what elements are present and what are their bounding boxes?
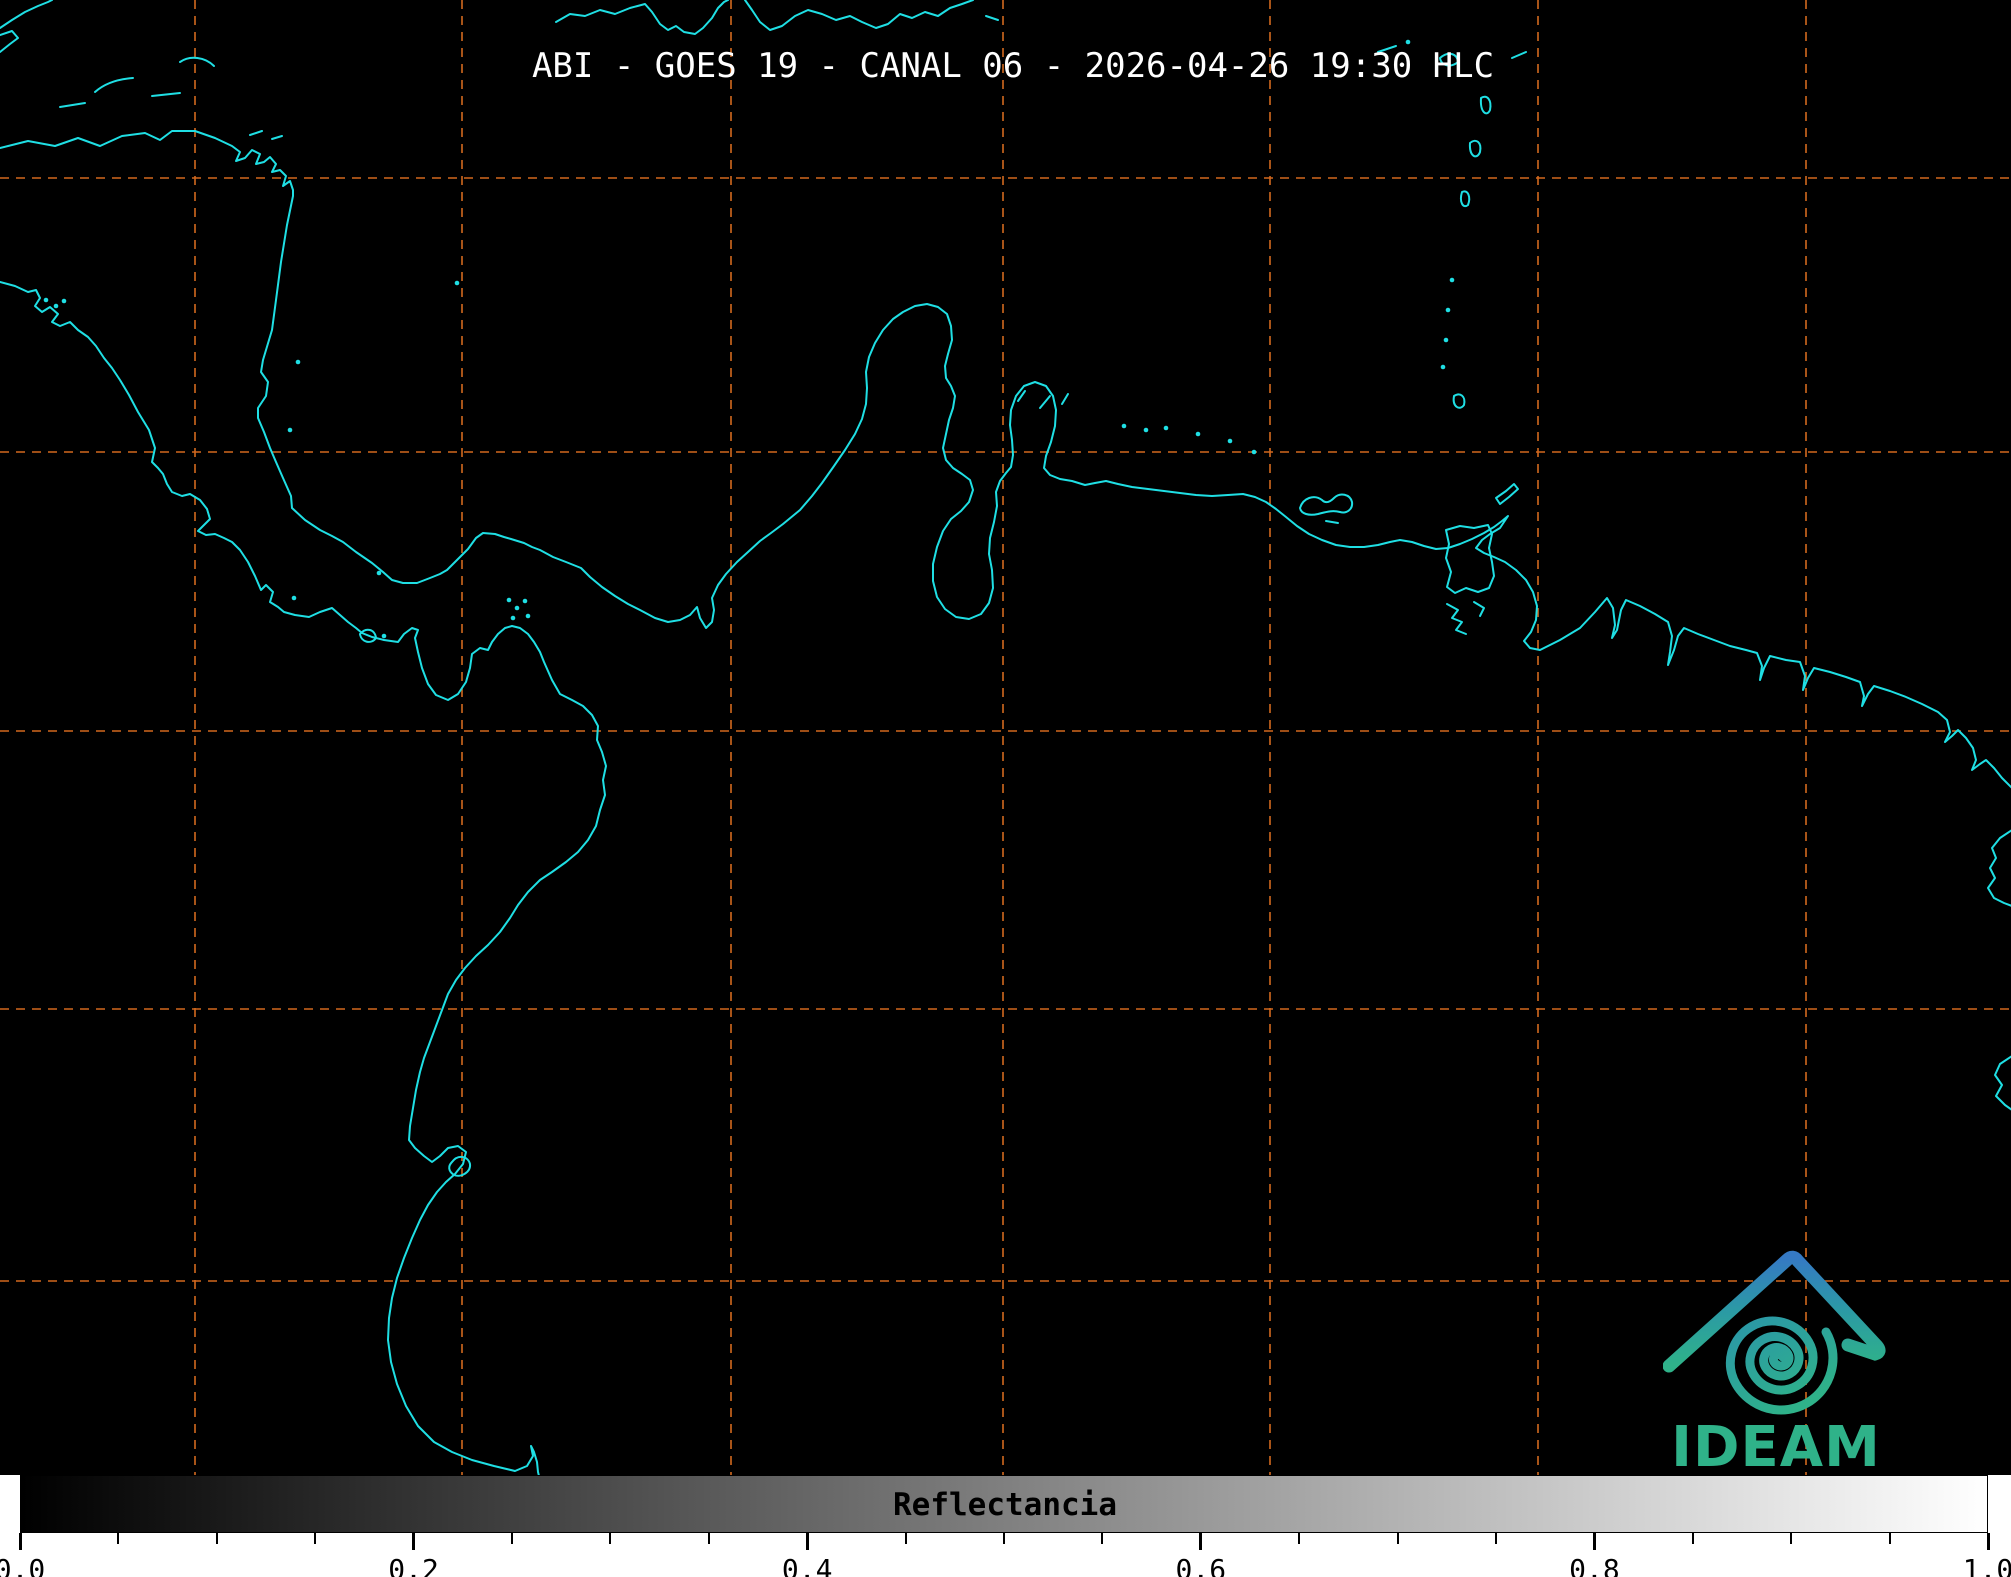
coastline-path: [1473, 601, 1485, 617]
coastline-path: [1325, 520, 1339, 524]
coastline-path: [1987, 829, 2011, 907]
colorbar-minor-tick: [1790, 1533, 1793, 1544]
islet-dot: [454, 280, 460, 286]
colorbar-major-tick: [805, 1533, 809, 1550]
coastline-path: [1479, 95, 1492, 115]
coastline-path: [94, 77, 134, 93]
islet-dot: [1405, 39, 1411, 45]
coastline-path: [1039, 395, 1051, 409]
colorbar-minor-tick: [904, 1533, 907, 1544]
islet-dot: [525, 613, 531, 619]
islet-dot: [1121, 423, 1127, 429]
logo-wordmark: IDEAM: [1671, 1415, 1881, 1475]
islet-dot: [510, 615, 516, 621]
islet-dot: [43, 297, 49, 303]
islet-dot: [1195, 431, 1201, 437]
satellite-image-product: ABI - GOES 19 - CANAL 06 - 2026-04-26 19…: [0, 0, 2011, 1577]
colorbar-minor-tick: [1003, 1533, 1005, 1544]
colorbar-title: Reflectancia: [893, 1487, 1117, 1523]
colorbar-minor-tick: [1298, 1533, 1301, 1544]
colorbar-minor-tick: [117, 1533, 120, 1544]
islet-dot: [1143, 427, 1149, 433]
islet-dot: [381, 633, 387, 639]
colorbar-tick-label: 0.4: [781, 1553, 833, 1577]
islet-dot: [291, 595, 297, 601]
coastline-path: [179, 56, 215, 67]
islet-dot: [53, 303, 59, 309]
coastline-path: [1446, 603, 1467, 635]
islet-dot: [1445, 307, 1451, 313]
colorbar-minor-tick: [707, 1533, 710, 1544]
colorbar-minor-tick: [609, 1533, 612, 1544]
colorbar-tick-label: 0.2: [388, 1553, 439, 1577]
coastline-path: [0, 130, 2011, 789]
islet-dot: [1251, 449, 1257, 455]
islet-dot: [1449, 277, 1455, 283]
coastline-path: [448, 1156, 472, 1177]
colorbar-tick-label: 0.8: [1569, 1553, 1620, 1577]
coastline-path: [271, 135, 283, 140]
colorbar-minor-tick: [511, 1533, 513, 1544]
islet-dot: [1440, 364, 1446, 370]
image-title: ABI - GOES 19 - CANAL 06 - 2026-04-26 19…: [531, 46, 1495, 86]
coastline-path: [1061, 393, 1069, 405]
coastline-path: [0, 30, 19, 53]
islet-dot: [61, 298, 67, 304]
islet-dot: [1443, 337, 1449, 343]
coastline-path: [1468, 139, 1482, 158]
colorbar-minor-tick: [1888, 1533, 1891, 1544]
islets: [43, 39, 1455, 639]
coastline-path: [151, 92, 181, 97]
coastline-path: [1299, 493, 1354, 516]
islet-dot: [514, 605, 520, 611]
logo-hurricane-spiral-icon: [1725, 1316, 1838, 1415]
colorbar-major-tick: [1199, 1533, 1203, 1550]
coastline-path: [744, 0, 974, 31]
colorbar-tick-label: 0.6: [1175, 1553, 1227, 1577]
colorbar-minor-tick: [1495, 1533, 1497, 1544]
ideam-logo: IDEAM: [1662, 1250, 1890, 1480]
islet-dot: [295, 359, 301, 365]
islet-dot: [1163, 425, 1169, 431]
colorbar-minor-tick: [1396, 1533, 1399, 1544]
coastline-path: [1459, 190, 1471, 208]
colorbar-minor-tick: [1691, 1533, 1694, 1544]
islet-dot: [1227, 438, 1233, 444]
coastline-path: [0, 281, 607, 1475]
coastline-path: [1495, 483, 1519, 505]
islet-dot: [522, 598, 528, 604]
ideam-logo-graphic: IDEAM: [1662, 1250, 1886, 1480]
coastline-path: [0, 0, 53, 29]
colorbar-panel: Reflectancia 0.0 0.2 0.4 0.6 0.8 1.0: [0, 1475, 2011, 1577]
colorbar-major-tick: [1986, 1533, 1990, 1550]
coastline-path: [1511, 51, 1527, 59]
coastline-path: [985, 15, 999, 21]
colorbar-major-tick: [412, 1533, 416, 1550]
colorbar-minor-tick: [1101, 1533, 1104, 1544]
coastline-path: [1994, 1055, 2011, 1111]
colorbar-tick-label: 0.0: [0, 1553, 46, 1577]
colorbar-major-tick: [18, 1533, 22, 1550]
coastline-path: [249, 130, 263, 136]
colorbar-major-tick: [1592, 1533, 1596, 1550]
islet-dot: [287, 427, 293, 433]
coastline-path: [1452, 393, 1466, 409]
colorbar-minor-tick: [215, 1533, 218, 1544]
coastline-path: [555, 0, 729, 35]
colorbar-minor-tick: [314, 1533, 317, 1544]
coastline-path: [59, 102, 86, 108]
colorbar-tick-label: 1.0: [1962, 1553, 2011, 1577]
islet-dot: [506, 597, 512, 603]
islet-dot: [376, 570, 382, 576]
